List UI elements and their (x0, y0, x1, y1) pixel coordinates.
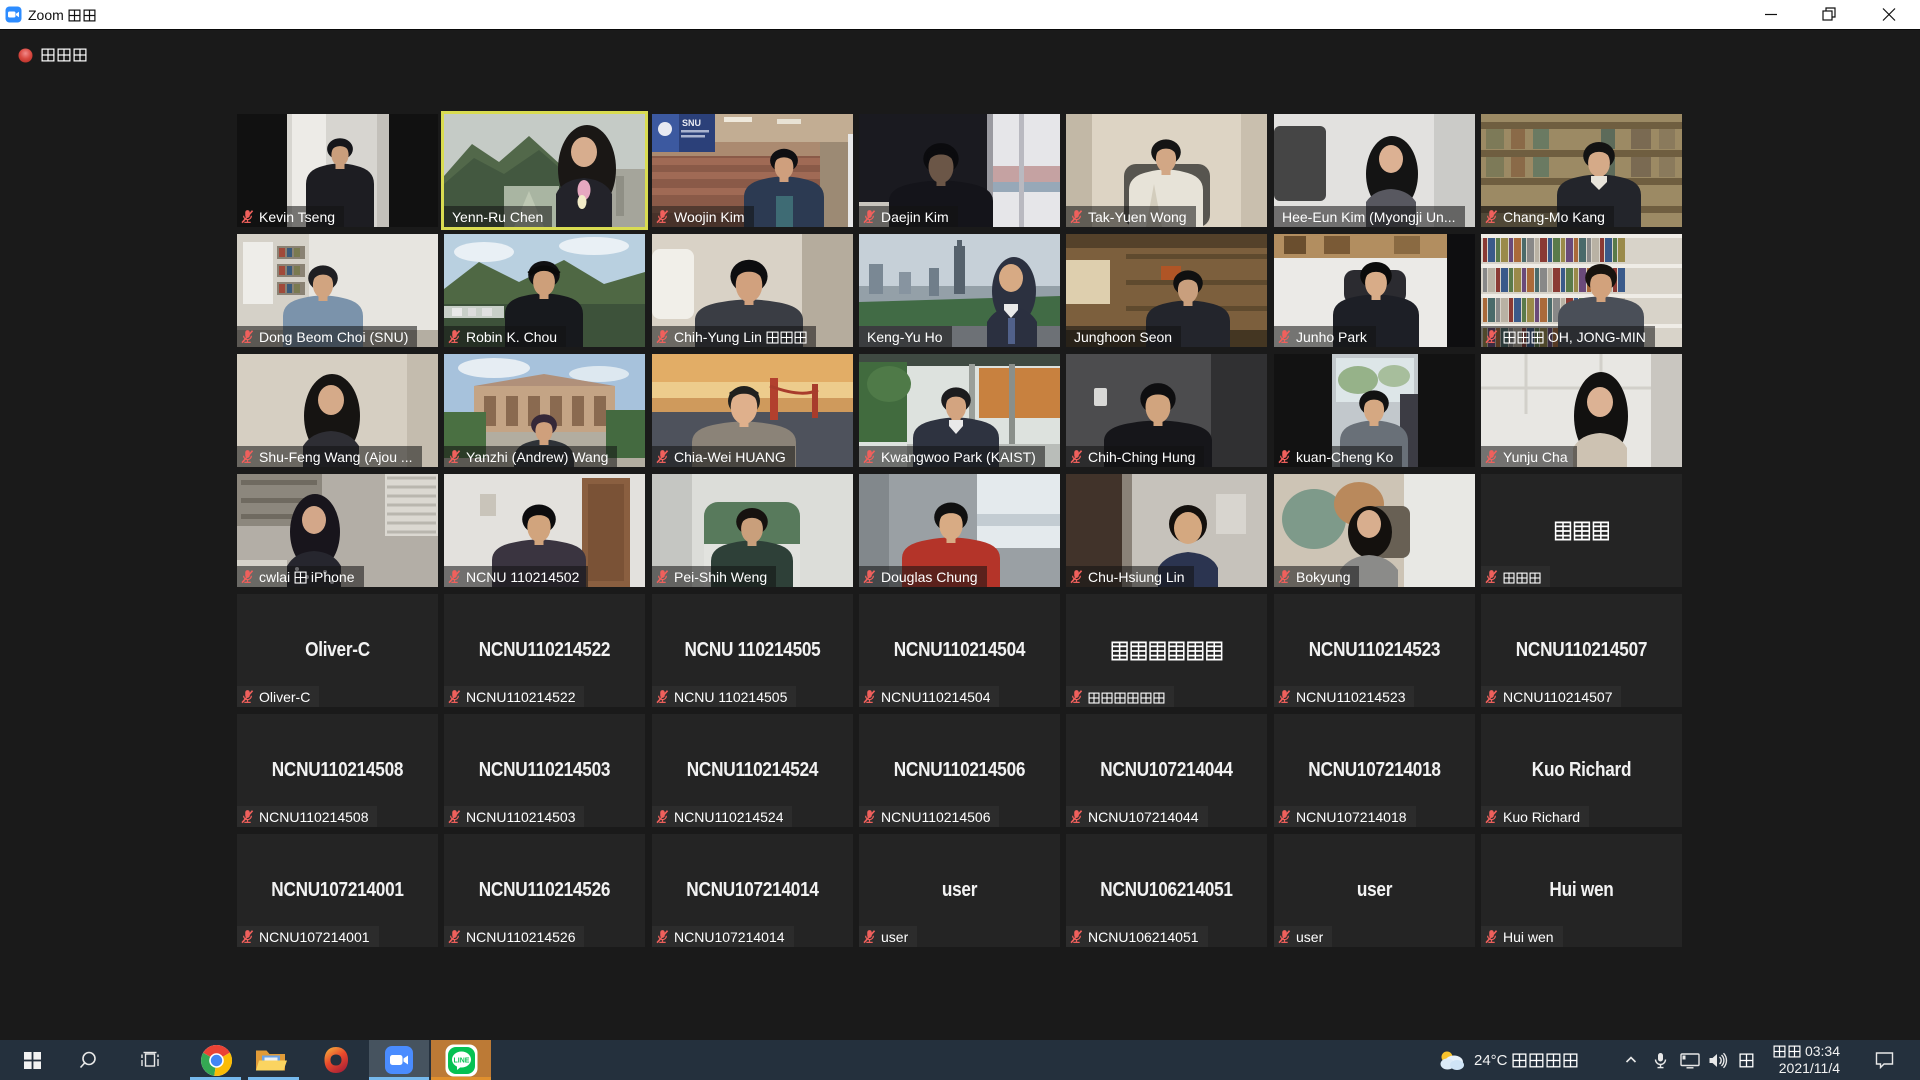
svg-text:LINE: LINE (453, 1057, 469, 1064)
svg-text:SNU: SNU (682, 118, 701, 128)
